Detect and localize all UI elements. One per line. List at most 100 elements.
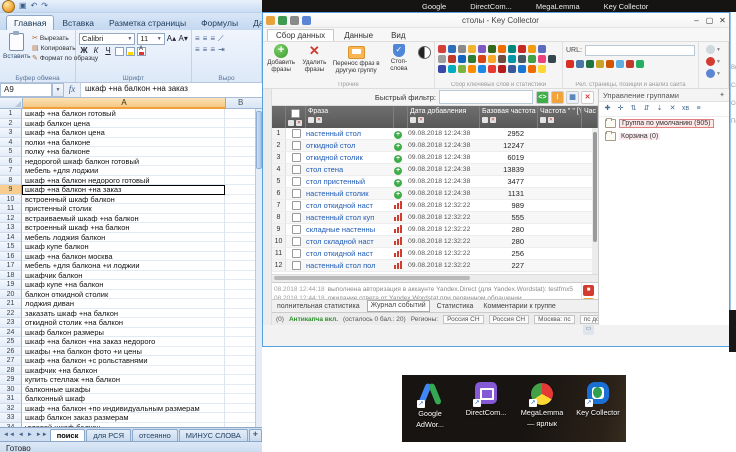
sheet-nav-next-icon[interactable]: ► xyxy=(26,430,34,441)
cell-b[interactable] xyxy=(225,157,257,167)
excel-row[interactable]: 8 шкаф +на балкон недорого готовый xyxy=(0,176,262,186)
font-name-select[interactable]: Calibri▼ xyxy=(79,33,135,45)
kc-bottom-tab[interactable]: Журнал событий xyxy=(367,300,430,312)
transfer-phrases-button[interactable]: Перенос фраз в другую группу xyxy=(333,44,380,74)
cell-b[interactable] xyxy=(225,223,257,233)
kc-bottom-tab[interactable]: Статистика xyxy=(434,303,477,310)
align-top-icon[interactable]: ≡ xyxy=(195,34,200,43)
phrase-cell[interactable]: стол стена xyxy=(306,165,394,174)
cell-a[interactable]: полку +на балконе xyxy=(22,147,225,157)
row-number[interactable]: 26 xyxy=(0,347,22,357)
cell-a[interactable]: шкаф +на балкон +с рольставнями xyxy=(22,356,225,366)
row-number[interactable]: 29 xyxy=(0,375,22,385)
font-color-button[interactable] xyxy=(137,47,146,56)
collect-tool-icon[interactable] xyxy=(468,65,476,73)
cell-a[interactable]: лоджия диван xyxy=(22,299,225,309)
cell-a[interactable]: шкафчик балкон xyxy=(22,271,225,281)
sheet-nav-prev-icon[interactable]: ◄ xyxy=(17,430,25,441)
grow-font-icon[interactable]: А▴ xyxy=(167,34,177,44)
collect-tool-icon[interactable] xyxy=(478,65,486,73)
clear-log-icon[interactable]: ▭ xyxy=(583,324,594,335)
collect-tool-icon[interactable] xyxy=(508,45,516,53)
cell-b[interactable] xyxy=(225,138,257,148)
phrase-cell[interactable]: настенный столик xyxy=(306,189,394,198)
excel-vertical-scrollbar[interactable] xyxy=(255,109,262,427)
cell-b[interactable] xyxy=(225,347,257,357)
kc-menu-tab[interactable]: Данные xyxy=(336,30,381,41)
header-frequency-cut[interactable]: Час xyxy=(582,106,598,128)
cell-b[interactable] xyxy=(225,290,257,300)
excel-row[interactable]: 15 шкаф купе балкон xyxy=(0,242,262,252)
row-number[interactable]: 2 xyxy=(0,119,22,129)
row-number[interactable]: 31 xyxy=(0,394,22,404)
select-all-corner[interactable] xyxy=(0,98,23,109)
header-date[interactable]: Дата добавления xyxy=(408,106,480,128)
header-frequency-yw[interactable]: Частота " " [YW] xyxy=(538,106,582,128)
cell-b[interactable] xyxy=(225,385,257,395)
excel-row[interactable]: 1 шкаф +на балкон готовый xyxy=(0,109,262,119)
collect-tool-icon[interactable] xyxy=(488,65,496,73)
cell-b[interactable] xyxy=(225,233,257,243)
close-button[interactable]: ✕ xyxy=(716,16,729,25)
group-toolbar-icon[interactable]: ≡ xyxy=(693,104,704,114)
cell-a[interactable]: мебель +для лоджии xyxy=(22,166,225,176)
excel-row[interactable]: 27 шкаф +на балкон +с рольставнями xyxy=(0,356,262,366)
collect-tool-icon[interactable] xyxy=(508,55,516,63)
collect-tool-icon[interactable] xyxy=(458,45,466,53)
cell-b[interactable] xyxy=(225,147,257,157)
insert-sheet-tab-icon[interactable]: ✚ xyxy=(249,429,262,441)
row-number[interactable]: 22 xyxy=(0,309,22,319)
collect-tool-icon[interactable] xyxy=(448,55,456,63)
kc-table-horizontal-scrollbar[interactable] xyxy=(272,274,598,282)
collect-tool-icon[interactable] xyxy=(438,55,446,63)
excel-ribbon-tab[interactable]: Разметка страницы xyxy=(102,16,193,30)
excel-row[interactable]: 11 пристенный столик xyxy=(0,204,262,214)
header-base-frequency[interactable]: Базовая частота [Y xyxy=(480,106,538,128)
row-number[interactable]: 32 xyxy=(0,404,22,414)
collect-tool-icon[interactable] xyxy=(448,45,456,53)
kc-table-row[interactable]: 9 складные настенны + 09.08.2018 12:32:2… xyxy=(272,224,598,236)
paste-button[interactable]: Вставить xyxy=(3,32,29,72)
row-checkbox[interactable] xyxy=(292,165,301,174)
excel-row[interactable]: 19 шкаф купе +на балкон xyxy=(0,280,262,290)
cell-b[interactable] xyxy=(225,119,257,129)
sheet-tab[interactable]: МИНУС СЛОВА xyxy=(179,429,248,441)
collect-tool-icon[interactable] xyxy=(498,65,506,73)
kc-table-row[interactable]: 2 откидной стол + 09.08.2018 12:24:38 12… xyxy=(272,140,598,152)
delete-phrases-button[interactable]: ✕ Удалить фразы xyxy=(300,44,328,73)
excel-row[interactable]: 29 купить стеллаж +на балкон xyxy=(0,375,262,385)
excel-ribbon-tab[interactable]: Данные xyxy=(246,16,262,30)
cell-a[interactable]: шкаф купе +на балкон xyxy=(22,280,225,290)
collapsed-panel-strip[interactable] xyxy=(263,89,272,325)
header-checkbox[interactable] xyxy=(286,106,306,128)
group-tree-item[interactable]: Группа по умолчанию (905) xyxy=(599,117,729,130)
kc-table-row[interactable]: 11 стол откидной наст + 09.08.2018 12:32… xyxy=(272,248,598,260)
kc-menu-tab[interactable]: Вид xyxy=(383,30,413,41)
phrase-cell[interactable]: складные настенны xyxy=(306,225,394,234)
formula-input[interactable]: шкаф +на балкон +на заказ xyxy=(81,83,262,97)
cell-b[interactable] xyxy=(225,176,257,186)
group-tree-item[interactable]: Корзина (0) xyxy=(599,130,729,143)
desktop-icon-megalemma[interactable]: ↗ MegaLemma — ярлык xyxy=(514,381,570,442)
name-box[interactable]: A9 xyxy=(0,83,52,97)
cell-b[interactable] xyxy=(225,309,257,319)
filter-action-icon[interactable]: ! xyxy=(551,91,564,104)
sheet-tab[interactable]: для РСЯ xyxy=(86,429,131,441)
row-number[interactable]: 5 xyxy=(0,147,22,157)
collect-tool-icon[interactable] xyxy=(468,45,476,53)
shrink-font-icon[interactable]: А▾ xyxy=(178,34,188,44)
excel-row[interactable]: 9 шкаф +на балкон +на заказ xyxy=(0,185,262,195)
group-toolbar-icon[interactable]: ✛ xyxy=(615,104,626,114)
excel-row[interactable]: 2 шкаф балкон цена xyxy=(0,119,262,129)
cell-a[interactable]: пристенный столик xyxy=(22,204,225,214)
site-tool-icon[interactable] xyxy=(586,60,594,68)
row-number[interactable]: 28 xyxy=(0,366,22,376)
cell-a[interactable]: шкаф +на балкон +по индивидуальным разме… xyxy=(22,404,225,414)
excel-row[interactable]: 17 мебель +для балкона +и лоджии xyxy=(0,261,262,271)
cell-a[interactable]: встраиваемый шкаф +на балкон xyxy=(22,214,225,224)
cell-a[interactable]: шкаф +на балкон недорого готовый xyxy=(22,176,225,186)
row-number[interactable]: 16 xyxy=(0,252,22,262)
row-checkbox[interactable] xyxy=(292,225,301,234)
row-number[interactable]: 24 xyxy=(0,328,22,338)
cell-a[interactable]: шкаф балкон размеры xyxy=(22,328,225,338)
